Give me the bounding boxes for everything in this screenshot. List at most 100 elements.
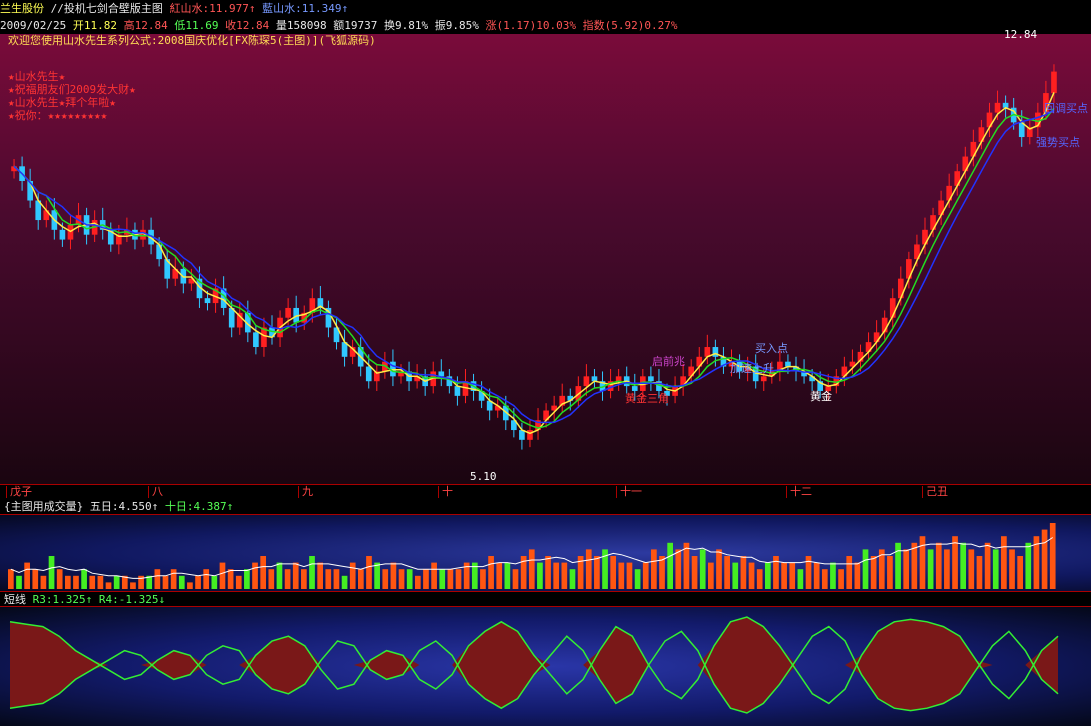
oscillator-header: 短线 R3:1.325↑ R4:-1.325↓ (0, 591, 1091, 607)
volume-bar (952, 536, 958, 589)
volume-bar (862, 549, 869, 589)
candle-body (365, 366, 372, 382)
volume-bar (358, 569, 364, 589)
volume-bar (764, 562, 771, 589)
quote-close: 收12.84 (225, 19, 270, 32)
volume-bar (252, 562, 258, 589)
r4-arrow-icon: ↓ (158, 593, 166, 606)
quote-high: 高12.84 (123, 19, 168, 32)
annotation-launch: 启前兆 (652, 355, 685, 368)
volume-bar (292, 562, 299, 589)
overlay-line-3: ★山水先生★拜个年啦★ (8, 96, 116, 109)
volume-bar (781, 562, 787, 589)
volume-bar (187, 582, 193, 589)
volume-bar (512, 569, 519, 589)
axis-label-1: 八 (148, 485, 163, 498)
candle-body (527, 430, 533, 440)
r3-arrow-icon: ↑ (85, 593, 93, 606)
oscillator-title: 短线 (4, 593, 26, 606)
volume-bar (1025, 542, 1032, 589)
candle-body (204, 298, 211, 304)
time-axis: 戊子 八 九 十 十一 十二 己丑 (0, 484, 1091, 500)
overlay-line-1: ★山水先生★ (8, 70, 66, 83)
annotation-up: 加速上升 (730, 362, 774, 375)
quote-open: 开11.82 (72, 19, 117, 32)
candle-body (253, 332, 259, 348)
volume-bar (748, 562, 755, 589)
volume-bar (203, 569, 210, 589)
volume-bar (634, 569, 641, 589)
axis-label-3: 十 (438, 485, 453, 498)
volume-bar (960, 542, 967, 589)
volume-bar (81, 569, 87, 589)
volume-panel[interactable] (0, 514, 1091, 591)
volume-bar (1041, 529, 1048, 589)
volume-bar (227, 569, 234, 589)
volume-bar (406, 569, 413, 589)
volume-bar (423, 569, 429, 589)
volume-bar (178, 575, 185, 589)
volume-bar (756, 569, 763, 589)
volume-bar (610, 556, 617, 589)
candle-body (760, 376, 767, 382)
volume-bar (89, 575, 96, 589)
volume-bar (708, 562, 714, 589)
candle-body (67, 224, 74, 240)
volume-bar (333, 569, 340, 589)
stock-name[interactable]: 兰生股份 (0, 2, 44, 15)
volume-bar (40, 575, 47, 589)
osc-r3: R3:1.325 (32, 593, 86, 606)
volume-bar (195, 575, 201, 589)
volume-bar (821, 569, 828, 589)
volume-bar (968, 549, 975, 589)
volume-bar (496, 562, 503, 589)
ma-yellow-line (13, 92, 1055, 435)
annotation-buy-point: 买入点 (755, 342, 788, 355)
volume-bar (569, 569, 576, 589)
formula-title: //投机七剑合壁版主图 (50, 2, 163, 15)
volume-bar (1017, 556, 1023, 589)
volume-bar (390, 562, 397, 589)
volume-bar (414, 575, 421, 589)
volume-bar (691, 556, 698, 589)
axis-label-5: 十二 (786, 485, 812, 498)
main-price-chart[interactable]: 欢迎您使用山水先生系列公式:2008国庆优化[FX陈琛5(主图)](飞狐源码) … (0, 28, 1091, 484)
volume-svg[interactable] (0, 515, 1091, 591)
red-arrow-icon: ↑ (248, 2, 256, 15)
oscillator-svg[interactable] (0, 607, 1091, 726)
volume-bar (235, 575, 242, 589)
axis-label-6: 己丑 (922, 485, 948, 498)
ma10-arrow-icon: ↑ (226, 500, 234, 513)
overlay-line-4: ★祝你：★★★★★★★★★ (8, 109, 108, 122)
volume-bar (162, 575, 169, 589)
price-chart-svg[interactable] (0, 34, 1091, 484)
volume-bar (561, 562, 568, 589)
volume-bar (716, 549, 722, 589)
volume-bar (683, 542, 690, 589)
header-row-1: 兰生股份 //投机七剑合壁版主图 紅山水:11.977↑ 藍山水:11.349↑ (0, 0, 1091, 17)
blue-line-value: 藍山水:11.349 (262, 2, 342, 15)
volume-bar (398, 569, 405, 589)
volume-bar (32, 569, 39, 589)
volume-bar (325, 569, 332, 589)
candle-body (648, 376, 654, 382)
volume-bar (976, 556, 983, 589)
candle-body (454, 386, 461, 396)
volume-bar (789, 562, 796, 589)
volume-bar (594, 556, 600, 589)
volume-bar (854, 562, 861, 589)
volume-bar (984, 542, 991, 589)
volume-bar (447, 569, 454, 589)
overlay-line-2: ★祝福朋友们2009发大财★ (8, 83, 136, 96)
volume-bar (537, 562, 543, 589)
volume-bar (211, 575, 218, 589)
oscillator-panel[interactable] (0, 606, 1091, 726)
volume-bar (1009, 549, 1015, 589)
volume-bar (16, 575, 22, 589)
volume-bar (846, 556, 853, 589)
volume-bar (504, 562, 511, 589)
quote-volume: 量158098 (275, 19, 327, 32)
header-row-2: 2009/02/25 开11.82 高12.84 低11.69 收12.84 量… (0, 17, 1091, 34)
volume-bar (895, 542, 901, 589)
red-line-value: 紅山水:11.977 (169, 2, 249, 15)
